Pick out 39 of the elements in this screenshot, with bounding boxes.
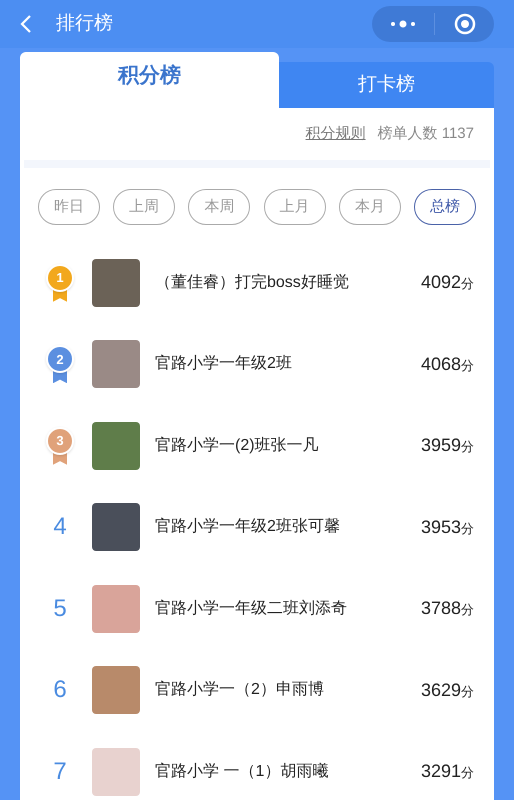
- avatar-photo-placeholder: [92, 503, 140, 552]
- score: 4092分: [420, 271, 474, 294]
- tab[interactable]: 积分榜: [20, 52, 279, 108]
- user-name: （董佳睿）打完boss好睡觉: [155, 272, 350, 293]
- avatar-photo-placeholder: [92, 748, 140, 796]
- avatar-photo-placeholder: [92, 584, 140, 633]
- user-name: 官路小学一年级2班: [155, 354, 293, 374]
- score: 3953分: [420, 516, 474, 539]
- target-icon[interactable]: [454, 13, 476, 35]
- page-title: 排行榜: [56, 12, 113, 36]
- period-filter[interactable]: 昨日: [38, 189, 100, 225]
- user-name: 官路小学一（2）申雨博: [155, 680, 325, 700]
- avatar-photo-placeholder: [92, 340, 140, 388]
- back-icon[interactable]: [20, 14, 32, 34]
- period-filter[interactable]: 本月: [338, 189, 401, 225]
- avatar-photo-placeholder: [92, 422, 140, 470]
- score: 3629分: [420, 678, 474, 702]
- user-name: 官路小学一年级二班刘添奇: [155, 598, 348, 619]
- user-name: 官路小学 一（1）胡雨曦: [155, 762, 330, 782]
- period-filter[interactable]: 本周: [188, 189, 250, 225]
- rank-number: 4: [53, 512, 67, 542]
- participant-count: 榜单人数 1137: [378, 124, 474, 144]
- rank-number: 7: [53, 756, 67, 787]
- rules-link[interactable]: 积分规则: [306, 122, 366, 146]
- score: 3959分: [420, 434, 474, 458]
- period-filter[interactable]: 上月: [264, 189, 326, 225]
- score: 3788分: [420, 597, 474, 620]
- tab[interactable]: 打卡榜: [279, 62, 494, 108]
- period-filter[interactable]: 上周: [113, 189, 176, 225]
- avatar-photo-placeholder: [92, 666, 140, 714]
- period-filter[interactable]: 总榜: [414, 189, 476, 225]
- rank-number: 6: [53, 675, 67, 706]
- rank-number: 5: [53, 594, 67, 624]
- user-name: 官路小学一年级2班张可馨: [155, 516, 341, 538]
- score: 3291分: [420, 760, 474, 784]
- more-icon[interactable]: [390, 20, 416, 28]
- score: 4068分: [420, 352, 474, 376]
- user-name: 官路小学一(2)班张一凡: [155, 436, 320, 456]
- avatar-photo-placeholder: [92, 258, 140, 307]
